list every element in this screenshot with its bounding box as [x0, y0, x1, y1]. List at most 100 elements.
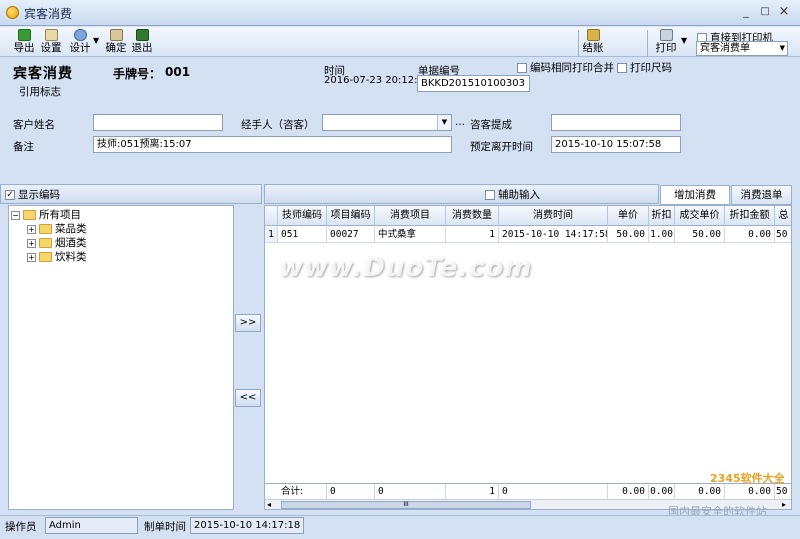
- toolbar-divider: [578, 30, 579, 56]
- column-header[interactable]: 消费项目: [375, 206, 446, 226]
- print-template-select[interactable]: 宾客消费单 ▼: [696, 41, 788, 56]
- leave-time-input[interactable]: 2015-10-10 15:07:58: [551, 136, 681, 153]
- wristband-label: 手牌号：: [113, 67, 162, 81]
- commission-input[interactable]: [551, 114, 681, 131]
- expand-icon: +: [27, 252, 36, 262]
- print-button[interactable]: 打印: [653, 29, 679, 57]
- column-header[interactable]: 折扣: [649, 206, 675, 226]
- right-panel-header: [264, 184, 659, 204]
- row-index: 1: [265, 227, 278, 243]
- cite-label: 引用标志: [19, 86, 61, 98]
- check-icon: ✓: [5, 190, 15, 200]
- settings-button[interactable]: 设置: [39, 29, 63, 57]
- column-header[interactable]: 总: [775, 206, 791, 226]
- row-header-corner: [265, 206, 278, 226]
- confirm-button[interactable]: 确定: [104, 29, 128, 57]
- show-code-checkbox[interactable]: ✓ 显示编码: [5, 187, 60, 202]
- restore-button[interactable]: □: [758, 5, 772, 19]
- doc-no-field[interactable]: BKKD201510100303: [417, 75, 530, 92]
- note-input[interactable]: 技师:051预离:15:07: [93, 136, 452, 153]
- export-button[interactable]: 导出: [13, 29, 35, 57]
- folder-icon: [23, 210, 36, 220]
- merge-print-checkbox[interactable]: 编码相同打印合并: [517, 60, 614, 75]
- made-time-label: 制单时间: [144, 521, 186, 533]
- print-size-label: 打印尺码: [630, 62, 672, 74]
- cell-quantity[interactable]: 1: [446, 227, 499, 243]
- folder-icon: [39, 224, 52, 234]
- folder-icon: [39, 252, 52, 262]
- folder-icon: [39, 238, 52, 248]
- tree-node-root[interactable]: − 所有项目: [11, 208, 81, 222]
- operator-label: 操作员: [5, 521, 37, 533]
- cell-deal-price[interactable]: 50.00: [675, 227, 725, 243]
- footer-sum: 0: [499, 484, 608, 499]
- column-header[interactable]: 项目编码: [327, 206, 375, 226]
- column-header[interactable]: 消费时间: [499, 206, 608, 226]
- footer-sum: 1: [446, 484, 499, 499]
- aux-input-checkbox[interactable]: 辅助输入: [485, 187, 540, 202]
- print-dropdown-icon[interactable]: ▼: [681, 36, 687, 45]
- checkbox-icon: [617, 63, 627, 73]
- cell-discount[interactable]: 1.00: [649, 227, 675, 243]
- tree-node-label: 菜品类: [55, 223, 87, 235]
- handler-label: 经手人（咨客）: [241, 119, 315, 131]
- confirm-label: 确定: [105, 42, 127, 54]
- column-header[interactable]: 单价: [608, 206, 649, 226]
- design-dropdown-icon[interactable]: ▼: [93, 36, 99, 45]
- checkbox-icon: [485, 190, 495, 200]
- excel-icon: [17, 29, 31, 41]
- handler-more-button[interactable]: ...: [455, 116, 465, 128]
- column-header[interactable]: 折扣金额: [725, 206, 775, 226]
- cell-time[interactable]: 2015-10-10 14:17:58: [499, 227, 608, 243]
- scroll-left-icon[interactable]: ◂: [267, 500, 271, 509]
- close-button[interactable]: ×: [777, 5, 791, 19]
- made-time-value: 2015-10-10 14:17:18: [190, 517, 304, 534]
- cell-total[interactable]: 50: [775, 227, 791, 243]
- tab-refund[interactable]: 消费退单: [731, 185, 792, 205]
- confirm-icon: [109, 29, 123, 41]
- app-icon: [6, 6, 19, 19]
- chevron-down-icon: ▼: [779, 44, 785, 52]
- scrollbar-thumb[interactable]: III: [281, 501, 531, 509]
- settings-icon: [44, 29, 58, 41]
- tree-node-label: 烟酒类: [55, 237, 87, 249]
- cell-discount-amount[interactable]: 0.00: [725, 227, 775, 243]
- footer-sum: 0: [327, 484, 375, 499]
- cell-item-code[interactable]: 00027: [327, 227, 375, 243]
- toolbar-divider: [647, 30, 648, 56]
- commission-label: 咨客提成: [470, 119, 512, 131]
- scroll-right-icon[interactable]: ▸: [782, 500, 786, 509]
- checkout-button[interactable]: 结账: [580, 29, 606, 57]
- minimize-button[interactable]: _: [739, 5, 753, 19]
- tree-node-dishes[interactable]: + 菜品类: [27, 222, 87, 236]
- print-size-checkbox[interactable]: 打印尺码: [617, 60, 672, 75]
- exit-button[interactable]: 退出: [130, 29, 154, 57]
- handler-select[interactable]: ▼: [322, 114, 452, 131]
- tab-add-consume[interactable]: 增加消费: [660, 185, 730, 205]
- footer-sum: 50: [775, 484, 791, 499]
- tree-node-label: 所有项目: [39, 209, 81, 221]
- tree-node-drinks[interactable]: + 饮料类: [27, 250, 87, 264]
- tree-node-tobacco[interactable]: + 烟酒类: [27, 236, 87, 250]
- time-value: 2016-07-23 20:12:05: [324, 75, 431, 86]
- column-header[interactable]: 成交单价: [675, 206, 725, 226]
- cell-item-name[interactable]: 中式桑拿: [375, 227, 446, 243]
- column-header[interactable]: 技师编码: [278, 206, 327, 226]
- design-icon: [73, 29, 87, 41]
- operator-value: Admin: [45, 517, 138, 534]
- aux-input-label: 辅助输入: [498, 189, 540, 201]
- footer-sum: 0.00: [608, 484, 649, 499]
- design-button[interactable]: 设计: [68, 29, 92, 57]
- watermark: www.DuoTe.com: [279, 253, 533, 283]
- add-item-button[interactable]: >>: [235, 314, 261, 332]
- customer-label: 客户姓名: [13, 119, 55, 131]
- wristband-number: 001: [165, 65, 191, 79]
- column-header[interactable]: 消费数量: [446, 206, 499, 226]
- cell-tech-code[interactable]: 051: [278, 227, 327, 243]
- customer-name-input[interactable]: [93, 114, 223, 131]
- remove-item-button[interactable]: <<: [235, 389, 261, 407]
- title-bar: [0, 0, 800, 26]
- footer-label: 合计:: [278, 484, 327, 499]
- brand-badge: 2345软件大全: [710, 472, 785, 485]
- cell-price[interactable]: 50.00: [608, 227, 649, 243]
